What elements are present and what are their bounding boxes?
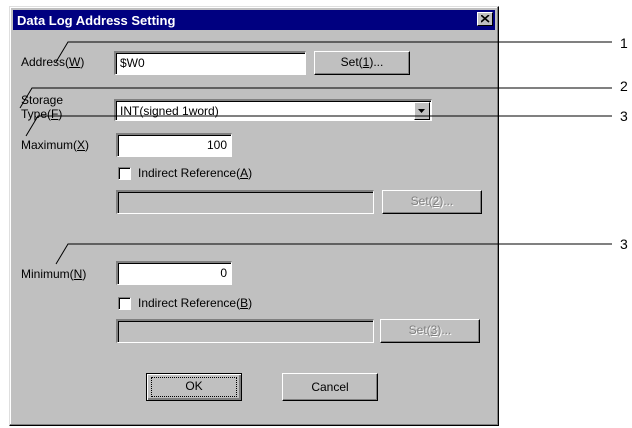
- callout-number: 1: [620, 35, 628, 51]
- callout-number: 3: [620, 108, 628, 124]
- callout-number: 3: [620, 236, 628, 252]
- callout-lines: [19, 41, 612, 265]
- callout-number: 2: [620, 78, 628, 94]
